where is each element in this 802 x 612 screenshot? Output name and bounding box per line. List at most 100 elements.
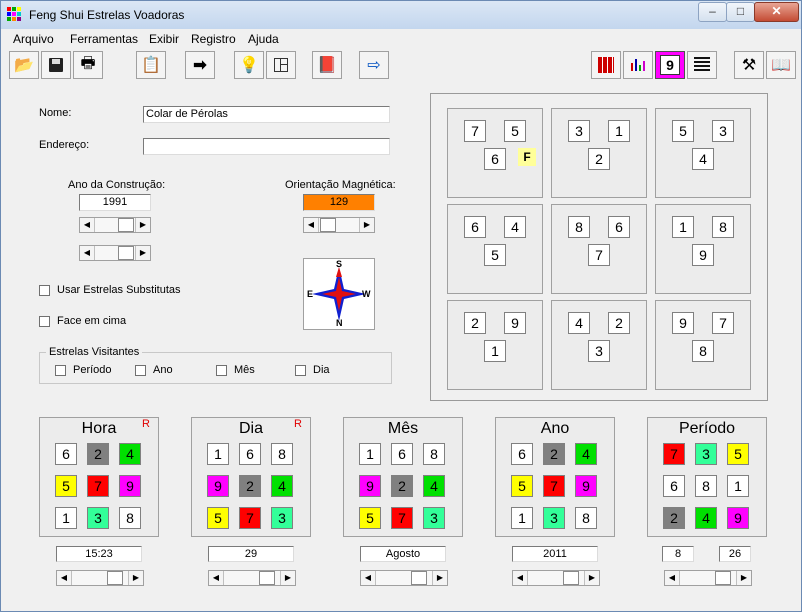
scroll-right-icon[interactable]: ▶ xyxy=(135,246,150,260)
compass: S N E W xyxy=(303,258,375,330)
water-star: 3 xyxy=(712,120,734,142)
year-scrollbar[interactable]: ◀ ▶ xyxy=(79,217,151,233)
scroll-left-icon[interactable]: ◀ xyxy=(304,218,319,232)
visitor-day-checkbox[interactable] xyxy=(295,365,306,376)
scroll-left-icon[interactable]: ◀ xyxy=(513,571,528,585)
close-button[interactable]: ✕ xyxy=(754,2,799,22)
ideas-button[interactable]: 💡 xyxy=(234,51,264,79)
hour-scrollbar[interactable]: ◀ ▶ xyxy=(56,570,144,586)
orientation-scrollbar[interactable]: ◀ ▶ xyxy=(303,217,375,233)
day-star: 9 xyxy=(207,475,229,497)
menu-exibir[interactable]: Exibir xyxy=(149,32,179,46)
scroll-right-icon[interactable]: ▶ xyxy=(135,218,150,232)
period-value-b-field[interactable]: 26 xyxy=(719,546,751,562)
grid-chart-button[interactable] xyxy=(591,51,621,79)
visitor-year-checkbox[interactable] xyxy=(135,365,146,376)
floorplan-button[interactable] xyxy=(266,51,296,79)
water-star: 2 xyxy=(608,312,630,334)
hour-title: Hora xyxy=(81,420,117,437)
scroll-left-icon[interactable]: ◀ xyxy=(80,246,95,260)
water-star: 1 xyxy=(608,120,630,142)
tools-button[interactable]: ⚒ xyxy=(734,51,764,79)
scroll-left-icon[interactable]: ◀ xyxy=(57,571,72,585)
mountain-star: 8 xyxy=(568,216,590,238)
year-scrollbar[interactable]: ◀ ▶ xyxy=(512,570,600,586)
open-button[interactable]: 📂 xyxy=(9,51,39,79)
scroll-thumb[interactable] xyxy=(259,571,275,585)
visitor-period-checkbox[interactable] xyxy=(55,365,66,376)
menu-arquivo[interactable]: Arquivo xyxy=(13,32,54,46)
period-star: 5 xyxy=(727,443,749,465)
print-button[interactable]: 🖶 xyxy=(73,51,103,79)
scroll-left-icon[interactable]: ◀ xyxy=(209,571,224,585)
save-button[interactable] xyxy=(41,51,71,79)
period-star: 2 xyxy=(663,507,685,529)
scroll-right-icon[interactable]: ▶ xyxy=(432,571,447,585)
help-book-button[interactable]: 📖 xyxy=(766,51,796,79)
name-field[interactable]: Colar de Pérolas xyxy=(143,106,390,123)
scroll-thumb[interactable] xyxy=(320,218,336,232)
year-value-field[interactable]: 2011 xyxy=(512,546,598,562)
maximize-button[interactable]: □ xyxy=(726,2,755,22)
scroll-thumb[interactable] xyxy=(411,571,427,585)
scroll-left-icon[interactable]: ◀ xyxy=(80,218,95,232)
day-scrollbar[interactable]: ◀ ▶ xyxy=(208,570,296,586)
month-star: 5 xyxy=(359,507,381,529)
mountain-star: 3 xyxy=(568,120,590,142)
month-value-field[interactable]: Agosto xyxy=(360,546,446,562)
bar-chart-button[interactable] xyxy=(623,51,653,79)
visitor-period-label: Período xyxy=(73,364,112,376)
period-star: 7 xyxy=(663,443,685,465)
number-nine-icon: 9 xyxy=(660,55,680,75)
scroll-thumb[interactable] xyxy=(118,246,134,260)
period-value-a-field[interactable]: 8 xyxy=(662,546,694,562)
orientation-label: Orientação Magnética: xyxy=(285,179,396,191)
year-star: 5 xyxy=(511,475,533,497)
year-scrollbar-2[interactable]: ◀ ▶ xyxy=(79,245,151,261)
scroll-thumb[interactable] xyxy=(563,571,579,585)
scroll-right-icon[interactable]: ▶ xyxy=(359,218,374,232)
period-star: 4 xyxy=(695,507,717,529)
day-value-field[interactable]: 29 xyxy=(208,546,294,562)
scroll-thumb[interactable] xyxy=(715,571,731,585)
menu-ferramentas[interactable]: Ferramentas xyxy=(70,32,138,46)
scroll-right-icon[interactable]: ▶ xyxy=(584,571,599,585)
nine-button[interactable]: 9 xyxy=(655,51,685,79)
lines-button[interactable] xyxy=(687,51,717,79)
scroll-thumb[interactable] xyxy=(118,218,134,232)
scroll-right-icon[interactable]: ▶ xyxy=(128,571,143,585)
book-red-button[interactable]: 📕 xyxy=(312,51,342,79)
period-star: 3 xyxy=(695,443,717,465)
period-star: 6 xyxy=(663,475,685,497)
base-star: 1 xyxy=(484,340,506,362)
month-star: 4 xyxy=(423,475,445,497)
menu-registro[interactable]: Registro xyxy=(191,32,236,46)
scroll-thumb[interactable] xyxy=(107,571,123,585)
visitor-month-checkbox[interactable] xyxy=(216,365,227,376)
period-scrollbar[interactable]: ◀ ▶ xyxy=(664,570,752,586)
scroll-right-icon[interactable]: ▶ xyxy=(280,571,295,585)
properties-button[interactable]: 📋 xyxy=(136,51,166,79)
orientation-field[interactable]: 129 xyxy=(303,194,375,211)
scroll-right-icon[interactable]: ▶ xyxy=(736,571,751,585)
menu-ajuda[interactable]: Ajuda xyxy=(248,32,279,46)
address-field[interactable] xyxy=(143,138,390,155)
minimize-button[interactable]: – xyxy=(698,2,727,22)
face-up-checkbox[interactable] xyxy=(39,316,50,327)
export-button[interactable]: ⇨ xyxy=(359,51,389,79)
substitute-checkbox[interactable] xyxy=(39,285,50,296)
tools-icon: ⚒ xyxy=(741,57,757,74)
grid-cell-w: 64 5 xyxy=(447,204,543,294)
print-icon: 🖶 xyxy=(80,54,96,72)
scroll-left-icon[interactable]: ◀ xyxy=(361,571,376,585)
hour-value-field[interactable]: 15:23 xyxy=(56,546,142,562)
next-button[interactable]: ➡ xyxy=(185,51,215,79)
visitors-group-label: Estrelas Visitantes xyxy=(46,346,143,358)
toolbar: 📂 🖶 📋 ➡ 💡 📕 ⇨ 9 ⚒ 📖 xyxy=(1,48,801,86)
month-scrollbar[interactable]: ◀ ▶ xyxy=(360,570,448,586)
year-title: Ano xyxy=(540,420,570,437)
year-field[interactable]: 1991 xyxy=(79,194,151,211)
scroll-left-icon[interactable]: ◀ xyxy=(665,571,680,585)
hour-star: 8 xyxy=(119,507,141,529)
day-star: 8 xyxy=(271,443,293,465)
